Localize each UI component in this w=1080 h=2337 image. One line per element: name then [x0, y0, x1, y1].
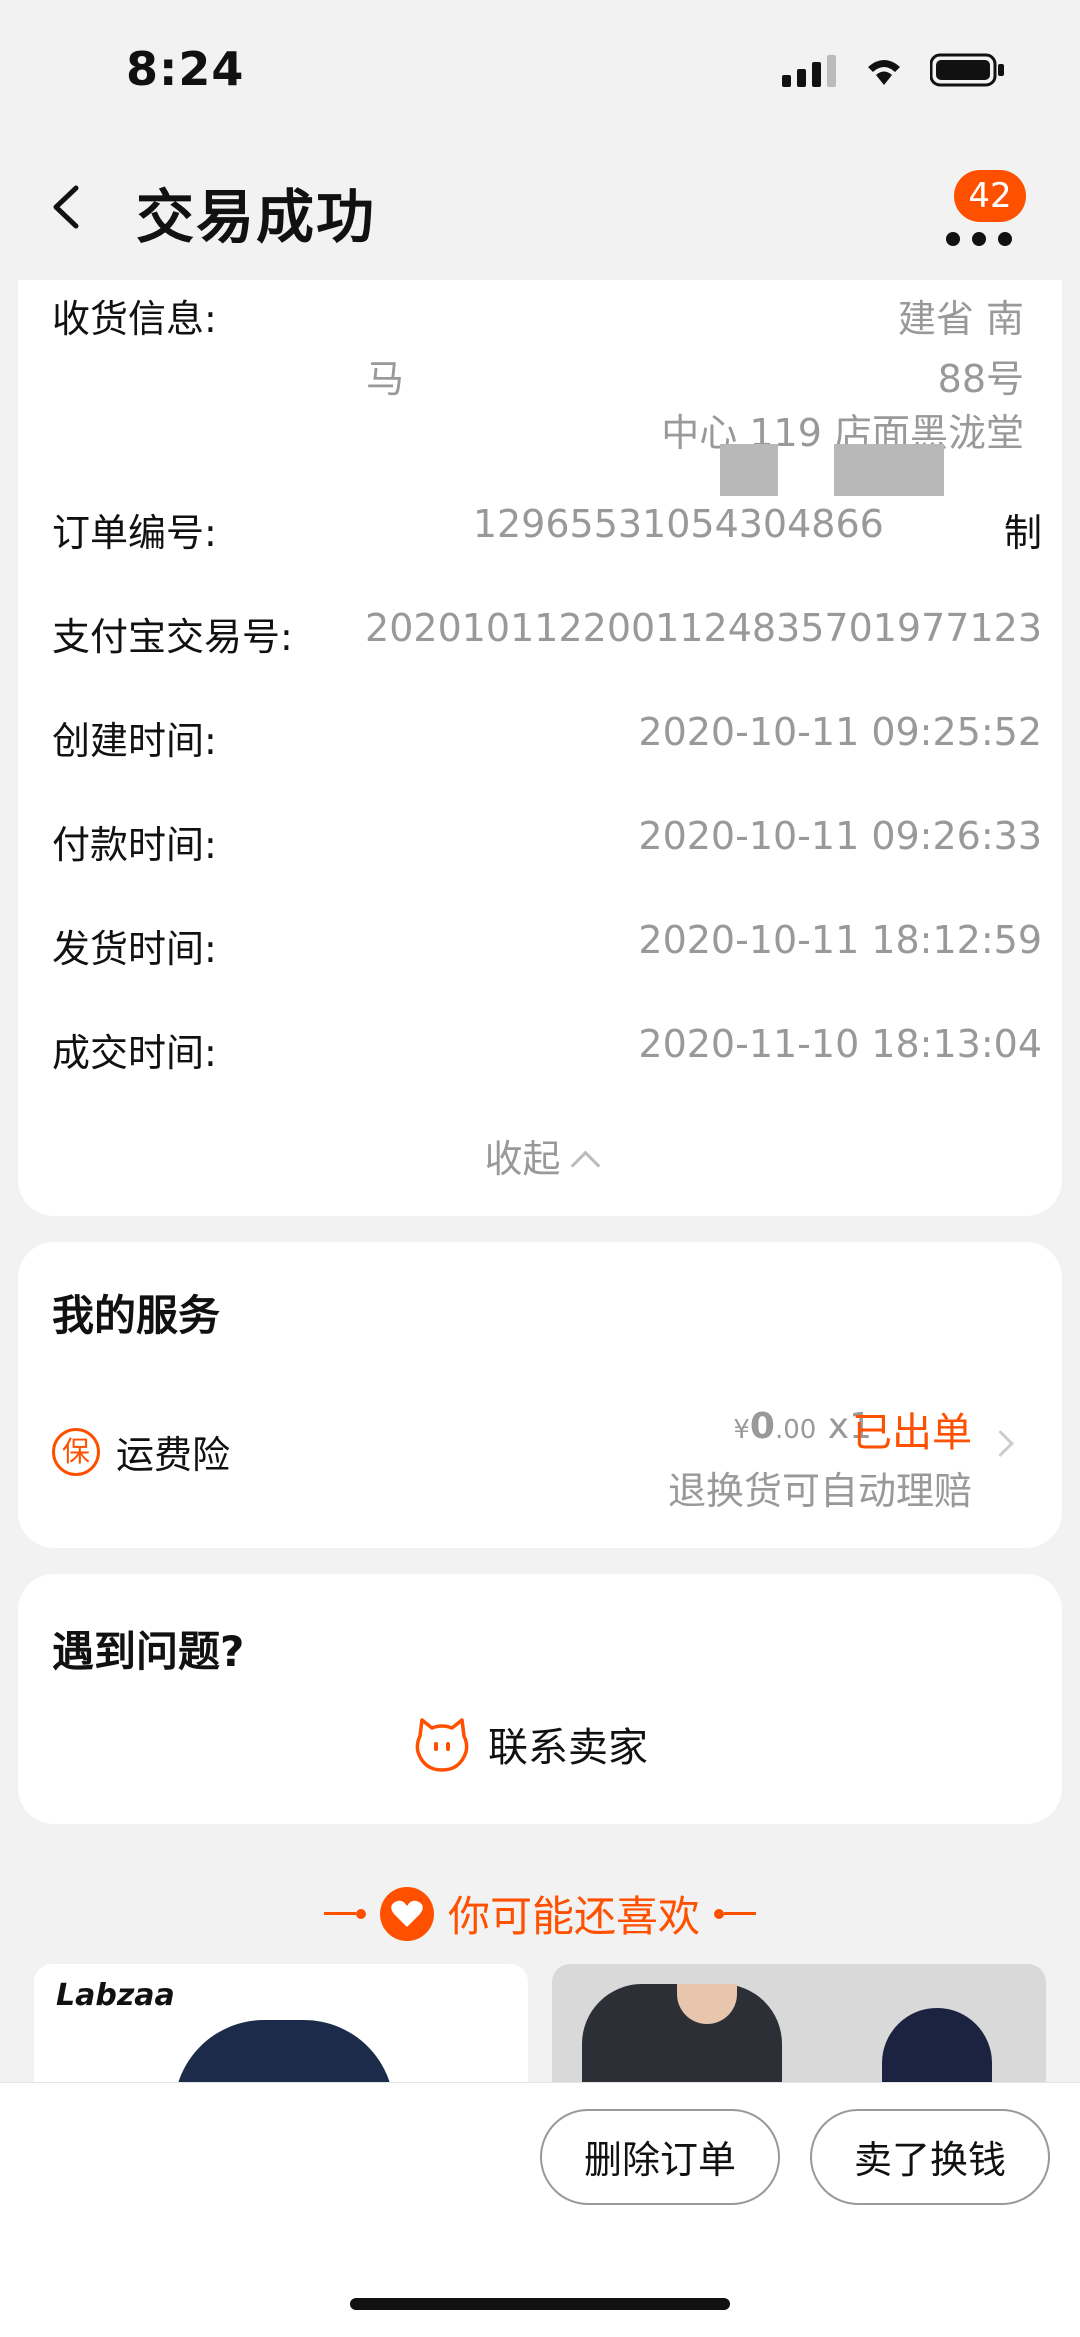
- receiver-label: 收货信息:: [52, 297, 217, 341]
- message-badge: 42: [954, 170, 1026, 222]
- product-brand: Labzaa: [56, 1978, 175, 2013]
- shipped-time-row: 发货时间: 2020-10-11 18:12:59: [52, 918, 1042, 978]
- paid-value: 2020-10-11 09:26:33: [638, 814, 1042, 858]
- price-decimal: .00: [774, 1415, 817, 1445]
- privacy-mask: [330, 280, 906, 332]
- product-card[interactable]: Labzaa: [34, 1964, 528, 2084]
- contact-seller-button[interactable]: 联系卖家: [412, 1714, 648, 1774]
- address-line-1: 建省 南: [897, 297, 1024, 341]
- battery-icon: [930, 53, 1004, 87]
- decor-line-right: [714, 1908, 756, 1919]
- copy-order-number[interactable]: 制: [1004, 502, 1042, 557]
- completed-value: 2020-11-10 18:13:04: [638, 1022, 1042, 1066]
- home-indicator[interactable]: [350, 2298, 730, 2310]
- status-icons: [782, 52, 1006, 88]
- product-image: [582, 1984, 782, 2084]
- created-time-row: 创建时间: 2020-10-11 09:25:52: [52, 710, 1042, 770]
- alipay-label: 支付宝交易号:: [52, 615, 293, 659]
- address-line-2-prefix: 马: [366, 357, 405, 401]
- signal-icon: [782, 55, 836, 87]
- problem-card: 遇到问题? 联系卖家: [18, 1574, 1062, 1824]
- currency-symbol: ¥: [733, 1415, 750, 1445]
- recommend-header: 你可能还喜欢: [0, 1876, 1080, 1944]
- privacy-mask: [834, 444, 944, 496]
- alipay-value: 2020101122001124835701977123: [365, 606, 1042, 650]
- delete-order-button[interactable]: 删除订单: [540, 2109, 780, 2205]
- wifi-icon: [868, 60, 900, 85]
- privacy-mask: [720, 444, 778, 496]
- product-image: [174, 2020, 394, 2084]
- order-number-label: 订单编号:: [52, 511, 217, 555]
- order-info-card: 收货信息: 建省 南 马 88号 中心 119 店面黑泷堂 订单编号: 1296…: [18, 280, 1062, 1216]
- product-image: [882, 2008, 992, 2084]
- collapse-label: 收起: [484, 1137, 561, 1181]
- completed-time-row: 成交时间: 2020-11-10 18:13:04: [52, 1022, 1042, 1082]
- shipped-label: 发货时间:: [52, 927, 217, 971]
- chevron-right-icon[interactable]: [987, 1430, 1014, 1457]
- problem-title: 遇到问题?: [52, 1627, 245, 1676]
- address-line-2-suffix: 88号: [937, 357, 1024, 401]
- paid-label: 付款时间:: [52, 823, 217, 867]
- insurance-icon: 保: [52, 1428, 100, 1476]
- privacy-mask: [886, 496, 986, 556]
- paid-time-row: 付款时间: 2020-10-11 09:26:33: [52, 814, 1042, 874]
- recommend-title: 你可能还喜欢: [447, 1892, 700, 1941]
- service-card: 我的服务 保 运费险 ¥0.00 x1 已出单 退换货可自动理赔: [18, 1242, 1062, 1548]
- alipay-row: 支付宝交易号: 2020101122001124835701977123: [52, 606, 1042, 666]
- service-name: 运费险: [116, 1433, 231, 1477]
- status-time: 8:24: [126, 42, 245, 96]
- product-card[interactable]: [552, 1964, 1046, 2084]
- completed-label: 成交时间:: [52, 1031, 217, 1075]
- decor-line-left: [323, 1908, 366, 1919]
- service-status: 已出单: [852, 1410, 972, 1456]
- shipped-value: 2020-10-11 18:12:59: [638, 918, 1042, 962]
- heart-icon: [379, 1886, 434, 1941]
- chevron-up-icon: [570, 1150, 600, 1181]
- service-title: 我的服务: [52, 1291, 221, 1340]
- back-icon[interactable]: [48, 182, 82, 232]
- price-integer: 0: [749, 1406, 775, 1447]
- contact-seller-label: 联系卖家: [488, 1725, 648, 1771]
- nav-bar: 交易成功 42: [0, 130, 1080, 290]
- order-number-value: 129655310543048665: [472, 502, 908, 546]
- created-value: 2020-10-11 09:25:52: [638, 710, 1042, 754]
- more-button[interactable]: 42: [924, 150, 1034, 260]
- chat-face-icon: [415, 1718, 469, 1772]
- sell-button[interactable]: 卖了换钱: [810, 2109, 1050, 2205]
- more-icon: [946, 232, 1012, 246]
- service-description: 退换货可自动理赔: [667, 1469, 972, 1513]
- created-label: 创建时间:: [52, 719, 217, 763]
- page-title: 交易成功: [136, 183, 377, 251]
- collapse-button[interactable]: 收起: [18, 1128, 1062, 1183]
- status-bar: 8:24: [0, 0, 1080, 130]
